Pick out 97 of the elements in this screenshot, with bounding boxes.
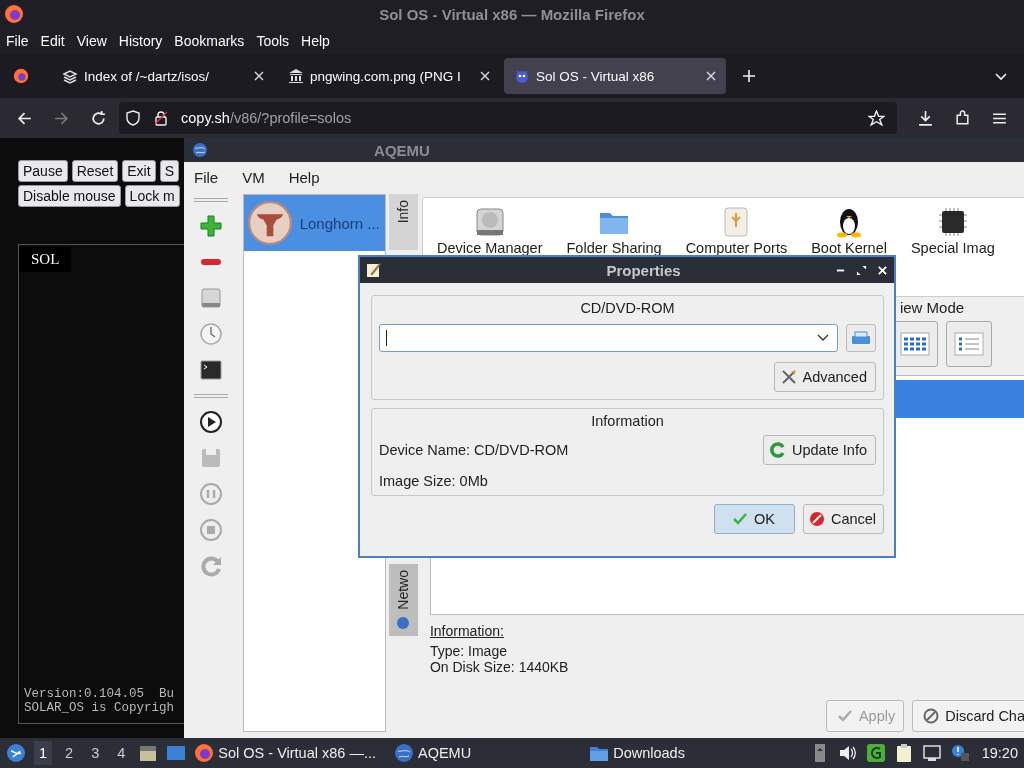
- image-path-combobox[interactable]: [379, 324, 838, 352]
- emulator-button[interactable]: Reset: [71, 160, 119, 182]
- firefox-logo-icon: [4, 4, 24, 24]
- url-text: copy.sh/v86/?profile=solos: [181, 110, 352, 126]
- plus-icon[interactable]: [199, 214, 224, 238]
- prohibited-icon: [808, 511, 825, 527]
- stack-icon: [62, 68, 78, 84]
- tool-button[interactable]: Computer Ports: [685, 206, 788, 256]
- menu-item[interactable]: Bookmarks: [174, 33, 245, 49]
- dropdown-icon: [817, 334, 829, 342]
- shield-icon: [125, 110, 141, 126]
- browser-tab[interactable]: pngwing.com.png (PNG I: [278, 58, 500, 94]
- image-size-text: Image Size: 0Mb: [379, 473, 489, 489]
- tool-button[interactable]: Device Manager: [436, 206, 543, 256]
- lock-icon: [153, 110, 169, 126]
- close-tab-icon[interactable]: [480, 71, 490, 81]
- info-line: On Disk Size: 1440KB: [429, 659, 570, 675]
- update-info-button[interactable]: Update Info: [763, 435, 876, 465]
- extensions-icon[interactable]: [954, 109, 971, 127]
- close-icon[interactable]: [877, 264, 888, 276]
- emulator-button[interactable]: S: [159, 160, 179, 182]
- start-menu-icon[interactable]: [6, 743, 26, 763]
- menu-item[interactable]: View: [76, 33, 107, 49]
- g-logo-icon[interactable]: [865, 743, 886, 763]
- chip-icon: [936, 206, 969, 238]
- tool-button[interactable]: Folder Sharing: [566, 206, 662, 256]
- grid-icon: [899, 332, 930, 356]
- taskbar-task[interactable]: Sol OS - Virtual x86 —...: [194, 743, 376, 763]
- group-title: Information: [590, 413, 665, 429]
- browser-tab[interactable]: Index of /~dartz/isos/: [52, 58, 274, 94]
- workspace-button[interactable]: 3: [86, 741, 105, 765]
- menu-item[interactable]: Edit: [40, 33, 65, 49]
- tool-button[interactable]: Special Imag: [910, 206, 995, 256]
- file-cabinet-icon[interactable]: [138, 743, 159, 763]
- desktop-icon[interactable]: [166, 743, 187, 763]
- menu-item[interactable]: History: [118, 33, 163, 49]
- side-tab[interactable]: Info: [388, 194, 418, 250]
- hard-drive-icon: [473, 206, 506, 238]
- menu-item[interactable]: File: [194, 168, 219, 186]
- download-icon[interactable]: [917, 109, 934, 127]
- info-line: Type: Image: [429, 643, 508, 659]
- check-icon: [836, 708, 853, 724]
- menu-item[interactable]: Help: [301, 33, 330, 49]
- side-tab[interactable]: Netwo: [388, 564, 418, 636]
- console-line: Version:0.104.05 Bu: [23, 687, 176, 701]
- menu-item[interactable]: File: [6, 33, 29, 49]
- star-icon[interactable]: [868, 109, 885, 127]
- browser-tab[interactable]: Sol OS - Virtual x86: [504, 58, 726, 94]
- menu-item[interactable]: Tools: [256, 33, 290, 49]
- emulator-button[interactable]: Disable mouse: [18, 185, 121, 207]
- clock: 19:20: [981, 745, 1018, 761]
- bug-icon: [514, 68, 530, 84]
- terminal-icon[interactable]: [199, 358, 224, 382]
- hard-drive-icon[interactable]: [199, 286, 224, 310]
- play-icon[interactable]: [199, 410, 224, 434]
- notification-icon[interactable]: [949, 743, 970, 763]
- reload-icon[interactable]: [90, 109, 107, 127]
- screen-label: SOL: [19, 247, 72, 272]
- maximize-icon[interactable]: [856, 264, 867, 276]
- device-name-text: Device Name: CD/DVD-ROM: [379, 442, 569, 458]
- close-tab-icon[interactable]: [706, 71, 716, 81]
- workspace-button[interactable]: 1: [34, 741, 53, 765]
- window-title: AQEMU: [374, 141, 430, 159]
- view-mode-label: iew Mode: [899, 299, 965, 316]
- drive-icon: [851, 331, 871, 345]
- taskbar-task[interactable]: Downloads: [589, 743, 685, 763]
- workspace-button[interactable]: 2: [60, 741, 79, 765]
- pencil-icon: [366, 262, 382, 278]
- clock-icon[interactable]: [199, 322, 224, 346]
- prohibited-icon: [923, 708, 940, 724]
- cancel-button[interactable]: Cancel: [803, 504, 884, 534]
- group-title: CD/DVD-ROM: [579, 300, 676, 316]
- emulator-button[interactable]: Exit: [122, 160, 156, 182]
- taskbar-task[interactable]: AQEMU: [394, 743, 472, 763]
- list-icon: [953, 332, 984, 356]
- workspace-button[interactable]: 4: [112, 741, 131, 765]
- console-line: SOLAR_OS is Copyrigh: [23, 701, 176, 715]
- tool-button[interactable]: Boot Kernel: [811, 206, 887, 256]
- check-icon: [732, 511, 748, 527]
- emulator-button[interactable]: Lock m: [124, 185, 180, 207]
- volume-icon[interactable]: [837, 743, 858, 763]
- menu-item[interactable]: Help: [288, 168, 320, 186]
- browse-button[interactable]: [846, 324, 876, 352]
- firefox-logo-icon: [194, 743, 215, 763]
- firefox-view-icon[interactable]: [12, 67, 30, 85]
- menu-item[interactable]: VM: [242, 168, 265, 186]
- advanced-button[interactable]: Advanced: [773, 362, 876, 392]
- window-title: Sol OS - Virtual x86 — Mozilla Firefox: [379, 5, 645, 23]
- ok-button[interactable]: OK: [714, 504, 795, 534]
- emulator-button[interactable]: Pause: [18, 160, 68, 182]
- refresh-icon: [770, 442, 786, 458]
- info-heading: Information:: [429, 623, 505, 639]
- building-icon: [288, 68, 304, 84]
- dialog-title: Properties: [605, 261, 682, 279]
- new-tab-icon[interactable]: [742, 69, 756, 83]
- close-tab-icon[interactable]: [254, 71, 264, 81]
- address-bar[interactable]: copy.sh/v86/?profile=solos: [119, 102, 897, 134]
